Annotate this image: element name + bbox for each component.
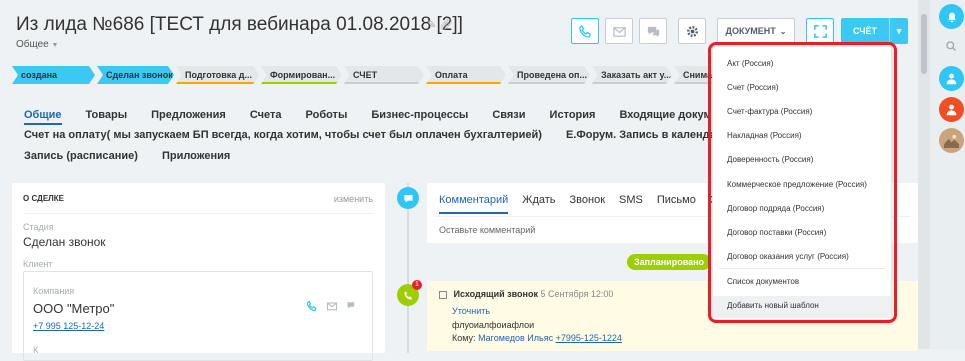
editor-tabs: КомментарийЖдатьЗвонокSMSПисьмоЗада bbox=[439, 194, 749, 214]
deal-category-label: Общее bbox=[16, 39, 49, 50]
highlight-outline bbox=[708, 42, 897, 323]
planned-badge: Запланировано bbox=[627, 254, 711, 270]
stage-item[interactable]: Проведена оп... bbox=[508, 66, 590, 84]
company-phone[interactable]: +7 995 125-12-24 bbox=[33, 321, 104, 331]
checkbox[interactable] bbox=[439, 290, 447, 299]
recipient-label: Кому: bbox=[452, 333, 476, 343]
activity-date: 5 Сентября 12:00 bbox=[540, 289, 614, 299]
stage-item[interactable]: Подготовка д... bbox=[176, 66, 259, 84]
expand-frame-button[interactable] bbox=[806, 18, 834, 44]
link-icon[interactable]: 🔗︎ bbox=[439, 19, 453, 31]
next-field-label: К bbox=[33, 345, 39, 355]
chat-icon[interactable] bbox=[346, 300, 358, 312]
envelope-icon bbox=[612, 26, 626, 37]
stage-item[interactable]: СЧЕТ bbox=[344, 66, 424, 84]
user-avatar-photo[interactable] bbox=[939, 128, 964, 153]
tab-item[interactable]: Бизнес-процессы bbox=[371, 109, 468, 125]
stage-item[interactable]: Оплата bbox=[426, 66, 506, 84]
right-sidebar bbox=[930, 0, 965, 349]
envelope-icon[interactable] bbox=[326, 300, 338, 312]
user-avatar[interactable] bbox=[939, 66, 964, 91]
tabs-row-1: Общие Товары Предложения Счета Роботы Бизнес-… bbox=[24, 109, 763, 125]
user-avatar[interactable] bbox=[939, 97, 964, 122]
document-button-label: ДОКУМЕНТ bbox=[725, 26, 776, 36]
chat-icon bbox=[647, 26, 659, 37]
title-actions: ✎ 🔗︎ bbox=[427, 18, 453, 31]
tab-item[interactable]: Счет на оплату( мы запускаем БП всегда, … bbox=[24, 129, 542, 141]
tab-item[interactable]: Предложения bbox=[151, 109, 226, 125]
call-button[interactable] bbox=[571, 18, 599, 44]
document-button[interactable]: ДОКУМЕНТ ⌄ bbox=[717, 18, 795, 44]
phone-icon bbox=[578, 24, 591, 38]
activity-title-row: Исходящий звонок 5 Сентября 12:00 bbox=[439, 289, 613, 299]
stage-item[interactable]: Сделан звонок bbox=[97, 66, 174, 84]
schet-button-label: СЧЁТ bbox=[852, 26, 878, 36]
stage-value: Сделан звонок bbox=[23, 235, 106, 249]
stage-item[interactable]: создана bbox=[12, 66, 95, 84]
contact-actions bbox=[306, 300, 358, 312]
stage-label: Стадия bbox=[23, 222, 54, 232]
comment-input[interactable]: Оставьте комментарий bbox=[439, 225, 535, 235]
editor-tab[interactable]: Письмо bbox=[657, 194, 696, 214]
email-button[interactable] bbox=[605, 18, 633, 44]
card-heading: О СДЕЛКЕ bbox=[23, 194, 64, 203]
stage-item[interactable]: Заказать акт у... bbox=[592, 66, 672, 84]
edit-link[interactable]: изменить bbox=[334, 194, 373, 204]
page-title: Из лида №686 [ТЕСТ для вебинара 01.08.20… bbox=[16, 14, 463, 35]
settings-button[interactable] bbox=[678, 18, 706, 44]
schet-dropdown-arrow-icon[interactable]: ▾ bbox=[889, 18, 908, 44]
tab-item[interactable]: Е.Форум. Запись в календарь bbox=[566, 129, 729, 141]
tab-item[interactable]: Приложения bbox=[162, 150, 230, 162]
search-icon[interactable] bbox=[945, 39, 957, 57]
company-name[interactable]: ООО "Метро" bbox=[33, 301, 114, 316]
deal-category[interactable]: Общее ▼ bbox=[16, 39, 58, 50]
client-box: Компания ООО "Метро" +7 995 125-12-24 К bbox=[23, 271, 373, 361]
recipient-phone[interactable]: +7995-125-1224 bbox=[556, 333, 622, 343]
activity-subject-link[interactable]: Уточнить bbox=[452, 306, 490, 316]
activity-description: флуоиалфоиафлои bbox=[452, 320, 535, 330]
stage-bar: создана Сделан звонок Подготовка д... Форми… bbox=[12, 66, 756, 84]
stage-item[interactable]: Формирован... bbox=[261, 66, 342, 84]
tab-item[interactable]: Общие bbox=[24, 109, 62, 125]
chevron-down-icon: ⌄ bbox=[779, 26, 787, 36]
editor-tab[interactable]: Ждать bbox=[522, 194, 555, 214]
phone-icon[interactable] bbox=[306, 300, 318, 312]
tab-item[interactable]: Запись (расписание) bbox=[24, 150, 138, 162]
editor-tab[interactable]: SMS bbox=[619, 194, 643, 214]
tab-item[interactable]: История bbox=[550, 109, 596, 125]
divider bbox=[23, 213, 374, 214]
editor-tab[interactable]: Звонок bbox=[570, 194, 606, 214]
gear-icon bbox=[686, 25, 698, 37]
tab-item[interactable]: Товары bbox=[86, 109, 128, 125]
tab-item[interactable]: Роботы bbox=[306, 109, 348, 125]
chevron-down-icon: ▼ bbox=[51, 42, 59, 49]
activity-title: Исходящий звонок bbox=[453, 289, 538, 299]
chat-button[interactable] bbox=[639, 18, 667, 44]
recipient-name[interactable]: Магомедов Ильяс bbox=[478, 333, 553, 343]
scrollbar-thumb[interactable] bbox=[921, 14, 927, 74]
tab-item[interactable]: Связи bbox=[492, 109, 525, 125]
expand-icon bbox=[813, 24, 827, 38]
comment-bubble-icon bbox=[397, 187, 419, 209]
company-label: Компания bbox=[33, 286, 75, 296]
schet-button[interactable]: СЧЁТ ▾ bbox=[841, 18, 908, 44]
tab-item[interactable]: Счета bbox=[250, 109, 282, 125]
activity-recipient: Кому: Магомедов Ильяс +7995-125-1224 bbox=[452, 333, 622, 343]
client-label: Клиент bbox=[23, 259, 53, 269]
edit-pencil-icon[interactable]: ✎ bbox=[427, 19, 436, 31]
deal-info-card: О СДЕЛКЕ изменить Стадия Сделан звонок К… bbox=[12, 183, 385, 361]
notifications-bell-icon[interactable] bbox=[939, 4, 964, 29]
activity-counter-badge: 1 bbox=[412, 280, 422, 290]
editor-tab[interactable]: Комментарий bbox=[439, 194, 509, 214]
tabs-row-3: Запись (расписание) Приложения bbox=[24, 150, 254, 162]
